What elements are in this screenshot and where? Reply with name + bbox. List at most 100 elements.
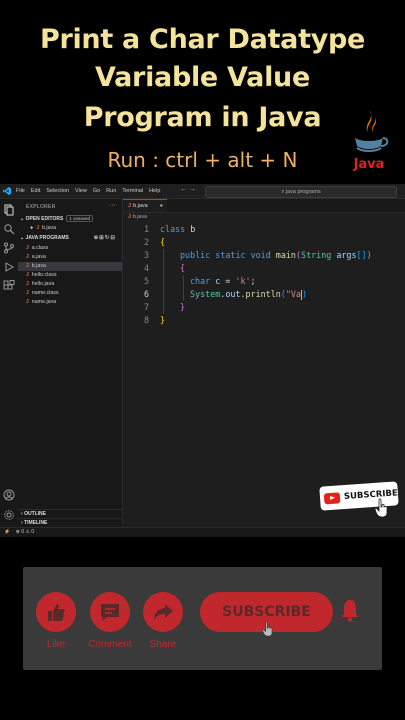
breadcrumb[interactable]: Jb.java: [123, 213, 405, 222]
java-file-icon: J: [26, 263, 29, 269]
menu-bar: File Edit Selection View Go Run Terminal…: [0, 184, 405, 199]
remote-icon[interactable]: ⚡: [4, 529, 10, 535]
explorer-files-icon[interactable]: [3, 204, 15, 216]
menu-selection[interactable]: Selection: [46, 188, 69, 194]
file-name: hello.java: [31, 281, 55, 287]
semicolon: ;: [250, 276, 256, 286]
outline-section[interactable]: › OUTLINE: [18, 509, 122, 518]
line-number: 7: [143, 302, 149, 312]
menu-file[interactable]: File: [16, 188, 25, 194]
project-folder-section[interactable]: ⌄ JAVA PROGRAMS ⊕⊞↻⊟: [20, 235, 120, 241]
open-editors-section[interactable]: ⌄ OPEN EDITORS 1 unsaved: [20, 215, 94, 222]
comment-label: Comment: [88, 639, 132, 650]
file-item[interactable]: Ja.java: [18, 253, 122, 262]
type-name: String: [301, 250, 332, 260]
line-number: 4: [143, 263, 149, 273]
pointer-hand-icon: [374, 498, 388, 518]
title-line-2: Variable Value: [95, 62, 310, 93]
share-label: Share: [149, 639, 177, 650]
nav-arrows[interactable]: ← →: [180, 186, 196, 193]
vscode-window: File Edit Selection View Go Run Terminal…: [0, 184, 405, 537]
open-editors-label: OPEN EDITORS: [25, 216, 64, 222]
activity-bar: [0, 199, 19, 536]
code-line-3: public static void main(String args[]): [180, 249, 372, 262]
breadcrumb-file: b.java: [132, 214, 148, 220]
problems-status[interactable]: ⊗ 0 ⚠ 0: [16, 529, 34, 535]
code-line-5: char c = 'k';: [190, 275, 256, 288]
tab-unsaved-dot-icon[interactable]: ●: [160, 200, 163, 212]
share-button[interactable]: [143, 592, 183, 632]
code-line-6: System.out.println("Va): [190, 288, 307, 301]
code-line-2: {: [160, 237, 166, 247]
source-control-icon[interactable]: [3, 242, 15, 254]
explorer-sidebar: EXPLORER ··· ⌄ OPEN EDITORS 1 unsaved ● Jb…: [18, 199, 123, 527]
menu-help[interactable]: Help: [149, 188, 160, 194]
project-folder-label: JAVA PROGRAMS: [25, 235, 69, 241]
open-editor-item[interactable]: ● Jb.java: [18, 224, 122, 233]
search-icon[interactable]: [3, 223, 15, 235]
timeline-section[interactable]: › TIMELINE: [18, 518, 122, 527]
search-text: java programs: [285, 189, 321, 195]
menu-run[interactable]: Run: [106, 188, 116, 194]
menu-go[interactable]: Go: [93, 188, 100, 194]
file-name: name.java: [31, 299, 57, 305]
like-label: Like: [46, 639, 66, 650]
account-icon[interactable]: [3, 489, 15, 501]
code-line-8: }: [160, 315, 166, 325]
menu-view[interactable]: View: [75, 188, 87, 194]
explorer-toolbar-icons[interactable]: ⊕⊞↻⊟: [94, 235, 116, 241]
extensions-icon[interactable]: [3, 280, 15, 292]
java-file-icon: J: [36, 225, 39, 231]
code-line-7: }: [180, 302, 186, 312]
line-number: 8: [143, 315, 149, 325]
field-ref: out: [225, 289, 241, 299]
paren: ): [366, 250, 372, 260]
file-item-selected[interactable]: Jb.java: [18, 262, 122, 271]
menu-terminal[interactable]: Terminal: [122, 188, 143, 194]
line-number: 5: [143, 276, 149, 286]
string-literal: "Va: [285, 289, 301, 299]
settings-gear-icon[interactable]: [3, 509, 15, 521]
file-name: b.java: [31, 263, 46, 269]
array-brackets: []: [356, 250, 367, 260]
file-name: a.java: [31, 254, 46, 260]
comment-icon: [101, 604, 119, 621]
code-editor[interactable]: 1 2 3 4 5 6 7 8 class b { public static …: [123, 223, 405, 523]
bell-icon[interactable]: [339, 597, 361, 623]
vscode-logo-icon: [3, 187, 11, 195]
file-item[interactable]: Ja.class: [18, 244, 122, 253]
like-button[interactable]: [36, 592, 76, 632]
file-item[interactable]: Jname.class: [18, 289, 122, 298]
code-line-4: {: [180, 263, 186, 273]
file-item[interactable]: Jname.java: [18, 298, 122, 307]
file-name: hello.class: [31, 272, 57, 278]
run-shortcut-hint: Run : ctrl + alt + N: [107, 148, 298, 172]
command-center-search[interactable]: ⌕ java programs: [205, 186, 397, 198]
file-item[interactable]: Jhello.java: [18, 280, 122, 289]
run-debug-icon[interactable]: [3, 261, 15, 273]
comment-button[interactable]: [90, 592, 130, 632]
open-editor-filename: b.java: [41, 225, 57, 231]
java-file-icon: J: [26, 272, 29, 278]
file-item[interactable]: Jhello.class: [18, 271, 122, 280]
java-file-icon: J: [26, 290, 29, 296]
explorer-title: EXPLORER: [26, 204, 56, 210]
variable-name: c: [210, 276, 221, 286]
java-file-icon: J: [26, 245, 29, 251]
java-logo-icon: Java: [353, 110, 389, 172]
menu-edit[interactable]: Edit: [31, 188, 40, 194]
tab-label: b.java: [133, 203, 148, 209]
explorer-more-icon[interactable]: ···: [109, 202, 116, 209]
tab-b-java[interactable]: Jb.java ●: [123, 199, 167, 212]
timeline-label: TIMELINE: [24, 520, 48, 526]
paren: ): [301, 289, 308, 299]
java-file-icon: J: [26, 299, 29, 305]
method-name: main: [270, 250, 296, 260]
file-name: a.class: [31, 245, 49, 251]
class-name: b: [185, 224, 196, 234]
youtube-play-icon: [323, 491, 341, 504]
char-literal: 'k': [235, 276, 251, 286]
line-number: 1: [143, 224, 149, 234]
line-number: 3: [143, 250, 149, 260]
class-ref: System: [190, 289, 221, 299]
